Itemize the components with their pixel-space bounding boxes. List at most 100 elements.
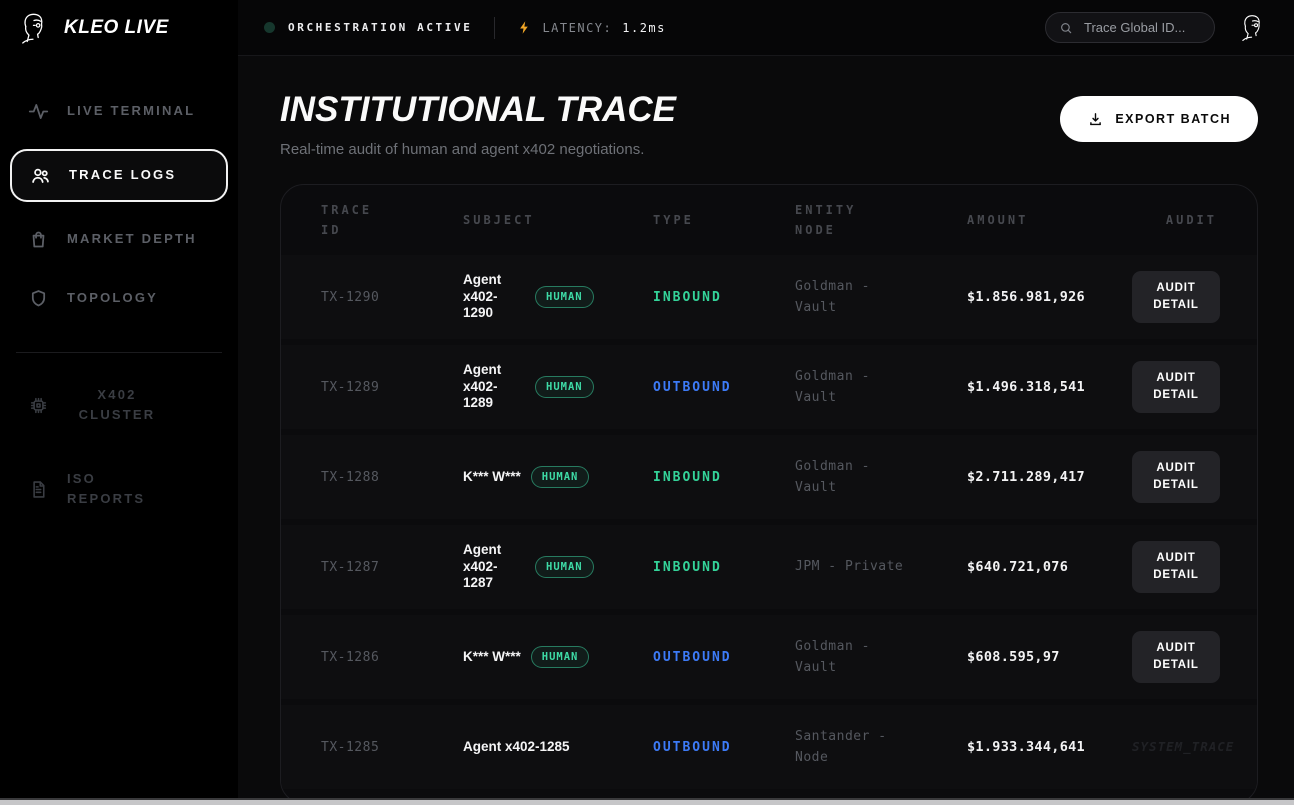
global-search[interactable] [1045,12,1215,43]
entity-node-cell: Goldman - Vault [795,458,870,495]
activity-icon [28,101,49,122]
latency-label: LATENCY: [542,20,613,35]
entity-node-cell: JPM - Private [795,559,904,575]
sidebar-item-live-terminal[interactable]: LIVE TERMINAL [14,91,224,132]
entity-node-cell: Santander - Node [795,728,887,765]
table-header: TRACE ID SUBJECT TYPE ENTITY NODE AMOUNT AUDI… [281,185,1257,255]
human-badge: HUMAN [530,646,590,668]
document-icon [28,479,49,500]
type-cell: OUTBOUND [653,379,732,395]
sidebar-item-x402-cluster[interactable]: X402 CLUSTER [14,375,224,435]
subject-name: Agent x402-1290 [463,271,502,321]
subject-cell: Agent x402-1285 [463,739,653,756]
trace-id-cell: TX-1289 [321,379,380,395]
entity-node-cell: Goldman - Vault [795,638,870,675]
trace-id-cell: TX-1288 [321,469,380,485]
page-title: INSTITUTIONAL TRACE [280,90,677,129]
audit-detail-button[interactable]: AUDIT DETAIL [1132,361,1220,413]
search-input[interactable] [1082,19,1201,36]
topbar: ORCHESTRATION ACTIVE LATENCY: 1.2ms [238,0,1294,56]
sidebar-item-label: MARKET DEPTH [67,231,197,247]
entity-node-cell: Goldman - Vault [795,368,870,405]
users-icon [30,165,51,186]
sidebar-item-market-depth[interactable]: MARKET DEPTH [14,219,224,260]
search-icon [1059,21,1073,35]
page-subtitle: Real-time audit of human and agent x402 … [280,141,645,158]
sidebar-item-iso-reports[interactable]: ISO REPORTS [14,459,224,519]
content-area: INSTITUTIONAL TRACE Real-time audit of h… [238,56,1294,805]
trace-id-cell: TX-1285 [321,739,380,755]
trace-id-cell: TX-1286 [321,649,380,665]
audit-detail-button[interactable]: AUDIT DETAIL [1132,271,1220,323]
table-body: TX-1290 Agent x402-1290 HUMAN INBOUND Goldma… [281,255,1257,789]
download-icon [1087,111,1104,128]
amount-cell: $1.856.981,926 [967,289,1085,305]
table-row: TX-1290 Agent x402-1290 HUMAN INBOUND Goldma… [281,255,1257,339]
subject-cell: Agent x402-1290 HUMAN [463,272,653,323]
latency-indicator: LATENCY: 1.2ms [517,20,665,35]
table-row: TX-1288 K*** W*** HUMAN INBOUND Goldman - Va… [281,435,1257,519]
sidebar-item-trace-logs[interactable]: TRACE LOGS [10,149,228,202]
column-header-amount: AMOUNT [967,212,1029,227]
amount-cell: $1.933.344,641 [967,739,1085,755]
app-root: KLEO LIVE LIVE TERMINAL TRACE LOGS MARKET … [0,0,1294,805]
trace-table-panel: TRACE ID SUBJECT TYPE ENTITY NODE AMOUNT AUDI… [280,184,1258,804]
status-label: ORCHESTRATION ACTIVE [288,21,473,34]
subject-name: K*** W*** [463,648,521,664]
subject-cell: Agent x402-1287 HUMAN [463,542,653,593]
audit-detail-button[interactable]: AUDIT DETAIL [1132,451,1220,503]
table-row: TX-1287 Agent x402-1287 HUMAN INBOUND JPM - … [281,525,1257,609]
amount-cell: $1.496.318,541 [967,379,1085,395]
sidebar-item-label: TRACE LOGS [69,167,177,183]
subject-name: Agent x402-1287 [463,541,502,591]
type-cell: INBOUND [653,469,722,485]
type-cell: OUTBOUND [653,739,732,755]
status-dot-icon [264,22,275,33]
amount-cell: $2.711.289,417 [967,469,1085,485]
main-column: ORCHESTRATION ACTIVE LATENCY: 1.2ms INST… [238,0,1294,805]
sidebar-item-label: ISO REPORTS [67,471,146,507]
orchestration-status: ORCHESTRATION ACTIVE [264,21,472,34]
audit-detail-button[interactable]: AUDIT DETAIL [1132,541,1220,593]
subject-name: Agent x402-1285 [463,738,570,754]
subject-cell: K*** W*** HUMAN [463,466,653,488]
human-badge: HUMAN [535,286,594,308]
table-row: TX-1286 K*** W*** HUMAN OUTBOUND Goldman - V… [281,615,1257,699]
brand-name: KLEO LIVE [64,17,169,38]
type-cell: INBOUND [653,289,722,305]
bottom-edge-strip [0,798,1294,805]
column-header-type: TYPE [653,212,694,227]
audit-detail-button[interactable]: AUDIT DETAIL [1132,631,1220,683]
human-badge: HUMAN [535,556,594,578]
sidebar-divider [16,352,222,353]
subject-cell: K*** W*** HUMAN [463,646,653,668]
shield-icon [28,288,49,309]
table-row: TX-1285 Agent x402-1285 OUTBOUND Santander … [281,705,1257,789]
amount-cell: $640.721,076 [967,559,1069,575]
sidebar: KLEO LIVE LIVE TERMINAL TRACE LOGS MARKET … [0,0,238,805]
topbar-divider [494,16,496,39]
sidebar-item-topology[interactable]: TOPOLOGY [14,278,224,319]
trace-id-cell: TX-1287 [321,559,380,575]
subject-name: Agent x402-1289 [463,361,502,411]
type-cell: INBOUND [653,559,722,575]
table-row: TX-1289 Agent x402-1289 HUMAN OUTBOUND Goldm… [281,345,1257,429]
column-header-subject: SUBJECT [463,212,535,227]
column-header-entity-node: ENTITY NODE [795,202,857,237]
brand-logo[interactable]: KLEO LIVE [0,0,238,56]
amount-cell: $608.595,97 [967,649,1060,665]
export-batch-label: EXPORT BATCH [1115,112,1231,126]
subject-name: K*** W*** [463,468,521,484]
bag-icon [28,229,49,250]
sidebar-nav-secondary: X402 CLUSTER ISO REPORTS [0,363,238,532]
lightning-icon [517,20,532,35]
type-cell: OUTBOUND [653,649,732,665]
entity-node-cell: Goldman - Vault [795,278,870,315]
chip-icon [28,395,49,416]
export-batch-button[interactable]: EXPORT BATCH [1060,96,1258,142]
latency-value: 1.2ms [622,20,666,35]
avatar[interactable] [1237,12,1268,43]
sidebar-item-label: TOPOLOGY [67,290,159,306]
human-badge: HUMAN [535,376,594,398]
sidebar-nav-primary: LIVE TERMINAL TRACE LOGS MARKET DEPTH TOPOL… [0,82,238,328]
